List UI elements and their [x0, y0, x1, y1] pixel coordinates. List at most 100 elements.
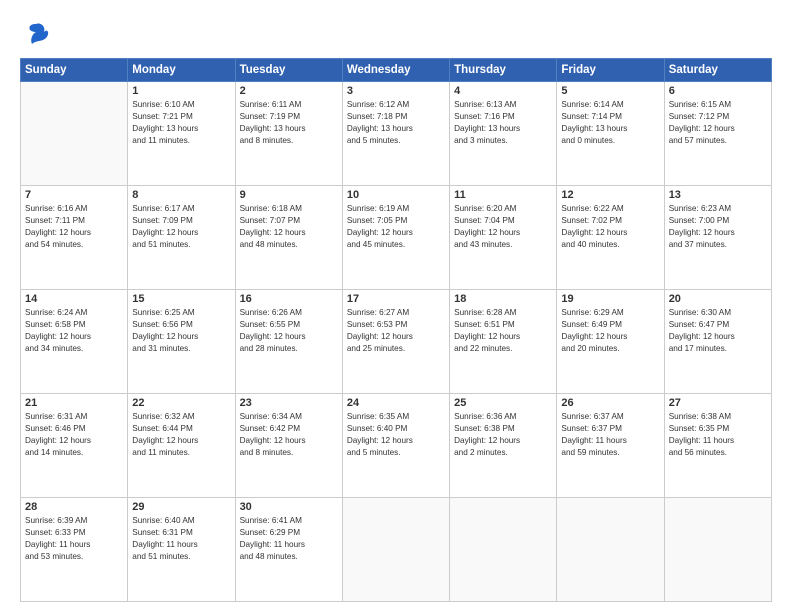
page: SundayMondayTuesdayWednesdayThursdayFrid… — [0, 0, 792, 612]
calendar-cell: 4 Sunrise: 6:13 AM Sunset: 7:16 PM Daylig… — [450, 82, 557, 186]
calendar-cell — [664, 498, 771, 602]
calendar-cell: 11 Sunrise: 6:20 AM Sunset: 7:04 PM Dayli… — [450, 186, 557, 290]
calendar-cell: 20 Sunrise: 6:30 AM Sunset: 6:47 PM Dayli… — [664, 290, 771, 394]
day-info: Sunrise: 6:10 AM Sunset: 7:21 PM Dayligh… — [132, 99, 230, 147]
calendar-cell: 15 Sunrise: 6:25 AM Sunset: 6:56 PM Dayli… — [128, 290, 235, 394]
logo-bird-icon — [22, 20, 50, 48]
day-number: 14 — [25, 293, 123, 305]
day-info: Sunrise: 6:31 AM Sunset: 6:46 PM Dayligh… — [25, 411, 123, 459]
calendar-cell: 5 Sunrise: 6:14 AM Sunset: 7:14 PM Daylig… — [557, 82, 664, 186]
day-info: Sunrise: 6:20 AM Sunset: 7:04 PM Dayligh… — [454, 203, 552, 251]
calendar-cell: 22Sunrise: 6:32 AM Sunset: 6:44 PM Dayli… — [128, 394, 235, 498]
day-number: 5 — [561, 85, 659, 97]
calendar-cell: 2Sunrise: 6:11 AM Sunset: 7:19 PM Daylig… — [235, 82, 342, 186]
day-number: 19 — [561, 293, 659, 305]
calendar-cell: 10 Sunrise: 6:19 AM Sunset: 7:05 PM Dayli… — [342, 186, 449, 290]
day-number: 21 — [25, 397, 123, 409]
day-number: 23 — [240, 397, 338, 409]
day-number: 9 — [240, 189, 338, 201]
day-number: 20 — [669, 293, 767, 305]
calendar-week-row: 21 Sunrise: 6:31 AM Sunset: 6:46 PM Dayli… — [21, 394, 772, 498]
day-info: Sunrise: 6:27 AM Sunset: 6:53 PM Dayligh… — [347, 307, 445, 355]
calendar-cell: 13 Sunrise: 6:23 AM Sunset: 7:00 PM Dayli… — [664, 186, 771, 290]
day-number: 13 — [669, 189, 767, 201]
weekday-header-saturday: Saturday — [664, 59, 771, 82]
day-number: 25 — [454, 397, 552, 409]
calendar-cell: 7 Sunrise: 6:16 AM Sunset: 7:11 PM Daylig… — [21, 186, 128, 290]
calendar-cell: 8 Sunrise: 6:17 AM Sunset: 7:09 PM Daylig… — [128, 186, 235, 290]
day-info: Sunrise: 6:37 AM Sunset: 6:37 PM Dayligh… — [561, 411, 659, 459]
day-info: Sunrise: 6:11 AM Sunset: 7:19 PM Dayligh… — [240, 99, 338, 147]
day-number: 24 — [347, 397, 445, 409]
day-info: Sunrise: 6:23 AM Sunset: 7:00 PM Dayligh… — [669, 203, 767, 251]
calendar-cell: 27Sunrise: 6:38 AM Sunset: 6:35 PM Dayli… — [664, 394, 771, 498]
weekday-header-wednesday: Wednesday — [342, 59, 449, 82]
calendar-cell: 30Sunrise: 6:41 AM Sunset: 6:29 PM Dayli… — [235, 498, 342, 602]
day-info: Sunrise: 6:12 AM Sunset: 7:18 PM Dayligh… — [347, 99, 445, 147]
calendar-cell: 28 Sunrise: 6:39 AM Sunset: 6:33 PM Dayli… — [21, 498, 128, 602]
calendar-week-row: 28 Sunrise: 6:39 AM Sunset: 6:33 PM Dayli… — [21, 498, 772, 602]
calendar-cell: 17 Sunrise: 6:27 AM Sunset: 6:53 PM Dayli… — [342, 290, 449, 394]
day-number: 28 — [25, 501, 123, 513]
calendar-week-row: 7 Sunrise: 6:16 AM Sunset: 7:11 PM Daylig… — [21, 186, 772, 290]
calendar-cell: 26 Sunrise: 6:37 AM Sunset: 6:37 PM Dayli… — [557, 394, 664, 498]
day-number: 12 — [561, 189, 659, 201]
day-number: 22 — [132, 397, 230, 409]
weekday-header-monday: Monday — [128, 59, 235, 82]
calendar-cell: 21 Sunrise: 6:31 AM Sunset: 6:46 PM Dayli… — [21, 394, 128, 498]
day-number: 4 — [454, 85, 552, 97]
day-number: 1 — [132, 85, 230, 97]
weekday-header-tuesday: Tuesday — [235, 59, 342, 82]
day-number: 16 — [240, 293, 338, 305]
day-info: Sunrise: 6:28 AM Sunset: 6:51 PM Dayligh… — [454, 307, 552, 355]
day-number: 26 — [561, 397, 659, 409]
day-number: 10 — [347, 189, 445, 201]
day-info: Sunrise: 6:36 AM Sunset: 6:38 PM Dayligh… — [454, 411, 552, 459]
calendar-cell: 24 Sunrise: 6:35 AM Sunset: 6:40 PM Dayli… — [342, 394, 449, 498]
calendar-cell: 19Sunrise: 6:29 AM Sunset: 6:49 PM Dayli… — [557, 290, 664, 394]
calendar-cell — [450, 498, 557, 602]
day-info: Sunrise: 6:18 AM Sunset: 7:07 PM Dayligh… — [240, 203, 338, 251]
calendar-cell: 6Sunrise: 6:15 AM Sunset: 7:12 PM Daylig… — [664, 82, 771, 186]
day-info: Sunrise: 6:22 AM Sunset: 7:02 PM Dayligh… — [561, 203, 659, 251]
calendar-cell — [557, 498, 664, 602]
day-info: Sunrise: 6:39 AM Sunset: 6:33 PM Dayligh… — [25, 515, 123, 563]
day-info: Sunrise: 6:16 AM Sunset: 7:11 PM Dayligh… — [25, 203, 123, 251]
calendar-cell: 16 Sunrise: 6:26 AM Sunset: 6:55 PM Dayli… — [235, 290, 342, 394]
day-info: Sunrise: 6:17 AM Sunset: 7:09 PM Dayligh… — [132, 203, 230, 251]
day-info: Sunrise: 6:25 AM Sunset: 6:56 PM Dayligh… — [132, 307, 230, 355]
day-info: Sunrise: 6:19 AM Sunset: 7:05 PM Dayligh… — [347, 203, 445, 251]
calendar-cell — [342, 498, 449, 602]
day-info: Sunrise: 6:26 AM Sunset: 6:55 PM Dayligh… — [240, 307, 338, 355]
day-info: Sunrise: 6:30 AM Sunset: 6:47 PM Dayligh… — [669, 307, 767, 355]
calendar-cell: 25 Sunrise: 6:36 AM Sunset: 6:38 PM Dayli… — [450, 394, 557, 498]
day-number: 17 — [347, 293, 445, 305]
weekday-header-sunday: Sunday — [21, 59, 128, 82]
day-number: 7 — [25, 189, 123, 201]
day-info: Sunrise: 6:13 AM Sunset: 7:16 PM Dayligh… — [454, 99, 552, 147]
day-number: 6 — [669, 85, 767, 97]
calendar-cell: 23Sunrise: 6:34 AM Sunset: 6:42 PM Dayli… — [235, 394, 342, 498]
day-number: 8 — [132, 189, 230, 201]
day-number: 15 — [132, 293, 230, 305]
weekday-header-row: SundayMondayTuesdayWednesdayThursdayFrid… — [21, 59, 772, 82]
day-number: 29 — [132, 501, 230, 513]
day-number: 30 — [240, 501, 338, 513]
weekday-header-thursday: Thursday — [450, 59, 557, 82]
day-info: Sunrise: 6:14 AM Sunset: 7:14 PM Dayligh… — [561, 99, 659, 147]
calendar-cell: 12 Sunrise: 6:22 AM Sunset: 7:02 PM Dayli… — [557, 186, 664, 290]
calendar-cell: 1 Sunrise: 6:10 AM Sunset: 7:21 PM Daylig… — [128, 82, 235, 186]
calendar-week-row: 14 Sunrise: 6:24 AM Sunset: 6:58 PM Dayli… — [21, 290, 772, 394]
calendar-cell: 29Sunrise: 6:40 AM Sunset: 6:31 PM Dayli… — [128, 498, 235, 602]
day-info: Sunrise: 6:24 AM Sunset: 6:58 PM Dayligh… — [25, 307, 123, 355]
logo — [20, 20, 50, 48]
day-number: 11 — [454, 189, 552, 201]
day-number: 3 — [347, 85, 445, 97]
day-info: Sunrise: 6:35 AM Sunset: 6:40 PM Dayligh… — [347, 411, 445, 459]
header — [20, 16, 772, 48]
calendar-cell: 3 Sunrise: 6:12 AM Sunset: 7:18 PM Daylig… — [342, 82, 449, 186]
calendar-week-row: 1 Sunrise: 6:10 AM Sunset: 7:21 PM Daylig… — [21, 82, 772, 186]
calendar-table: SundayMondayTuesdayWednesdayThursdayFrid… — [20, 58, 772, 602]
calendar-cell: 18 Sunrise: 6:28 AM Sunset: 6:51 PM Dayli… — [450, 290, 557, 394]
day-number: 18 — [454, 293, 552, 305]
